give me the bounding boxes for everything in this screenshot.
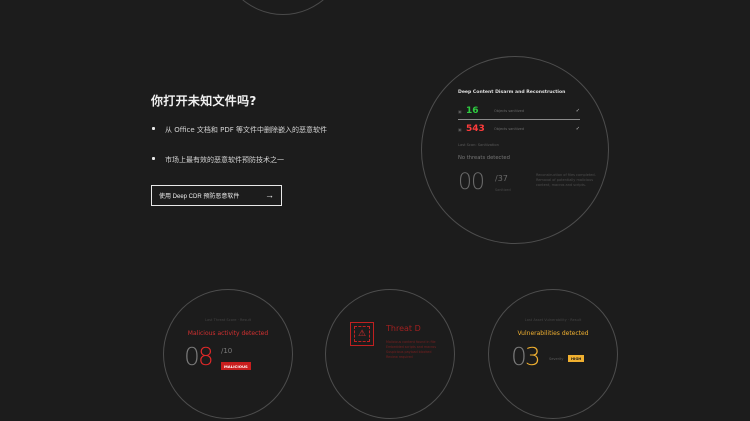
divider	[458, 119, 580, 120]
decorative-circle	[218, 0, 348, 15]
threat-score-heading: Malicious activity detected	[187, 330, 269, 337]
threat-file-line: Review required	[386, 355, 413, 359]
intro-bullet: 市场上最有效的恶意软件预防技术之一	[151, 155, 411, 165]
threat-file-title: Threat D	[386, 324, 421, 333]
threat-file-circle: ⚠ Threat D Malicious content found in fi…	[325, 289, 455, 419]
threat-score-digit: 8	[197, 342, 214, 371]
page: 你打开未知文件吗? 从 Office 文档和 PDF 等文件中删除嵌入的恶意软件…	[0, 0, 750, 421]
prevent-malware-button[interactable]: 使用 Deep CDR 预防恶意软件 →	[151, 185, 282, 206]
cdr-row: ▣ 16 Objects sanitized ✓	[458, 103, 580, 119]
file-icon: ▣	[458, 126, 462, 132]
vulnerability-circle: Last Asset Vulnerability · Result Vulner…	[488, 289, 618, 419]
cdr-row: ▣ 543 Objects sanitized ✓	[458, 121, 580, 137]
threat-score-of: /10	[221, 347, 233, 355]
cdr-description: Reconstruction of files completed. Remov…	[536, 173, 596, 187]
cdr-of-total: /37	[495, 174, 508, 183]
arrow-right-icon: →	[265, 190, 274, 200]
cdr-row-value: 16	[466, 106, 479, 116]
malicious-badge: MALICIOUS	[221, 362, 251, 370]
severity-badge: HIGH	[568, 355, 585, 362]
cdr-card-title: Deep Content Disarm and Reconstruction	[458, 90, 566, 95]
threat-score-digit: 0	[184, 342, 200, 371]
warning-frame: ⚠	[350, 322, 374, 346]
warning-icon-frame: ⚠	[354, 326, 370, 342]
file-icon: ▣	[458, 108, 462, 114]
vulnerability-heading: Vulnerabilities detected	[517, 330, 589, 337]
cdr-card-circle: Deep Content Disarm and Reconstruction ▣…	[421, 56, 609, 244]
cdr-row-label: Objects sanitized	[494, 109, 525, 113]
vulnerability-caption: Last Asset Vulnerability · Result	[524, 318, 582, 322]
intro-title: 你打开未知文件吗?	[151, 94, 257, 108]
threat-file-lines: Malicious content found in file Embedded…	[386, 340, 436, 360]
cdr-row-label: Objects sanitized	[494, 127, 525, 131]
check-icon: ✓	[575, 108, 580, 114]
severity-label: Severity	[549, 357, 564, 361]
check-icon: ✓	[575, 126, 580, 132]
warning-icon: ⚠	[357, 328, 367, 339]
intro-bullet: 从 Office 文档和 PDF 等文件中删除嵌入的恶意软件	[151, 125, 411, 135]
vulnerability-digit: 3	[524, 342, 541, 371]
cdr-big-value: 00	[458, 170, 485, 195]
threat-score-circle: Last Threat Score · Result Malicious act…	[163, 289, 293, 419]
vulnerability-value: 03	[511, 342, 541, 371]
cta-label: 使用 Deep CDR 预防恶意软件	[159, 194, 240, 200]
cdr-row-value: 543	[466, 124, 485, 134]
vulnerability-digit: 0	[511, 342, 527, 371]
threat-score-caption: Last Threat Score · Result	[204, 318, 252, 322]
cdr-meta: Last Scan: Sanitization	[458, 143, 499, 147]
cdr-of-sub: Sanitized	[495, 188, 511, 192]
intro-section: 你打开未知文件吗? 从 Office 文档和 PDF 等文件中删除嵌入的恶意软件…	[151, 92, 411, 206]
threat-score-value: 08	[184, 342, 214, 371]
no-threats-text: No threats detected	[458, 155, 510, 161]
